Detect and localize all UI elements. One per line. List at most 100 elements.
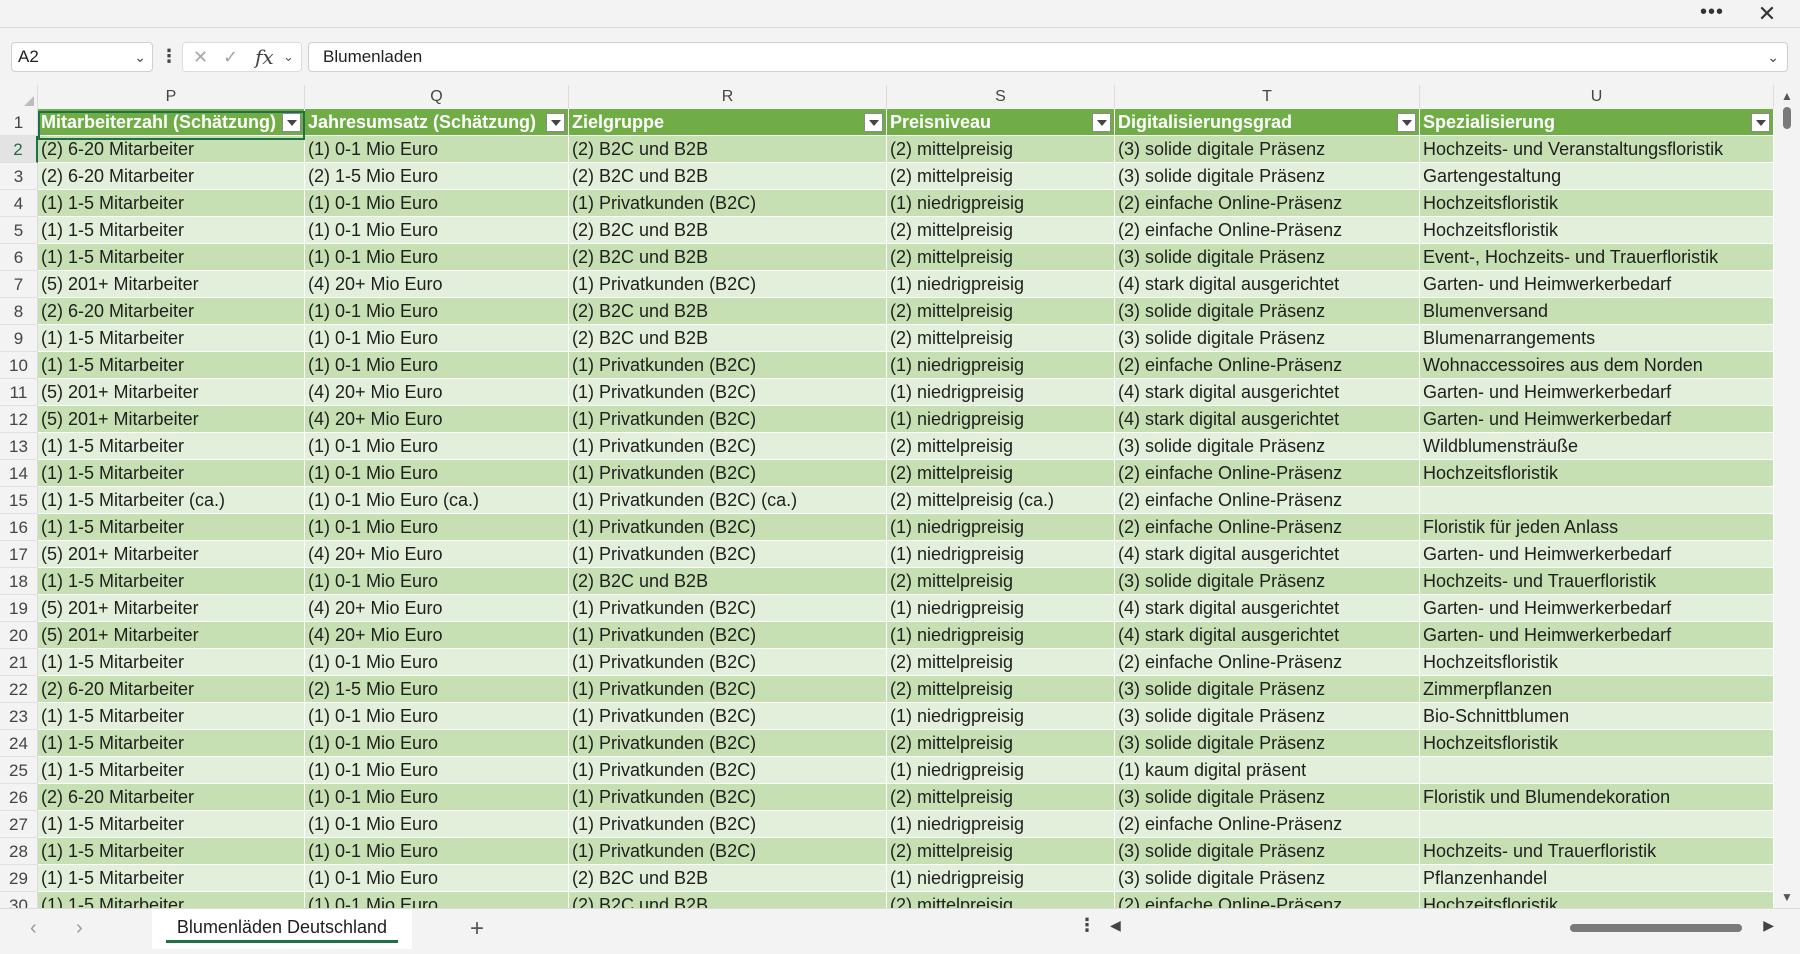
- vertical-dots-icon[interactable]: ⋮: [1078, 915, 1096, 936]
- table-cell[interactable]: (2) einfache Online-Präsenz: [1115, 217, 1420, 244]
- scrollbar-thumb[interactable]: [1570, 924, 1742, 932]
- column-header-r[interactable]: R: [569, 85, 887, 109]
- table-cell[interactable]: (4) stark digital ausgerichtet: [1115, 271, 1420, 298]
- table-cell[interactable]: (1) 0-1 Mio Euro (ca.): [305, 487, 569, 514]
- row-number[interactable]: 4: [0, 190, 38, 217]
- table-cell[interactable]: (1) 1-5 Mitarbeiter: [38, 352, 305, 379]
- table-cell[interactable]: (1) Privatkunden (B2C): [569, 433, 887, 460]
- table-cell[interactable]: (2) einfache Online-Präsenz: [1115, 811, 1420, 838]
- table-cell[interactable]: (2) mittelpreisig: [887, 784, 1115, 811]
- table-cell[interactable]: (1) 0-1 Mio Euro: [305, 298, 569, 325]
- table-cell[interactable]: (1) Privatkunden (B2C): [569, 676, 887, 703]
- table-cell[interactable]: (2) 6-20 Mitarbeiter: [38, 298, 305, 325]
- table-cell[interactable]: Garten- und Heimwerkerbedarf: [1420, 595, 1774, 622]
- table-cell[interactable]: (1) 0-1 Mio Euro: [305, 568, 569, 595]
- table-cell[interactable]: (1) niedrigpreisig: [887, 541, 1115, 568]
- header-cell[interactable]: Zielgruppe: [569, 109, 887, 136]
- close-icon[interactable]: ✕: [1752, 0, 1782, 28]
- scroll-left-icon[interactable]: ◀: [1110, 917, 1121, 934]
- table-cell[interactable]: (1) niedrigpreisig: [887, 865, 1115, 892]
- table-cell[interactable]: (2) einfache Online-Präsenz: [1115, 352, 1420, 379]
- table-cell[interactable]: (2) einfache Online-Präsenz: [1115, 190, 1420, 217]
- header-cell[interactable]: Mitarbeiterzahl (Schätzung): [38, 109, 305, 136]
- table-cell[interactable]: [1420, 487, 1774, 514]
- table-cell[interactable]: (2) mittelpreisig (ca.): [887, 487, 1115, 514]
- table-cell[interactable]: (2) einfache Online-Präsenz: [1115, 514, 1420, 541]
- table-cell[interactable]: (1) 1-5 Mitarbeiter: [38, 811, 305, 838]
- row-number[interactable]: 3: [0, 163, 38, 190]
- table-cell[interactable]: Garten- und Heimwerkerbedarf: [1420, 271, 1774, 298]
- table-cell[interactable]: (2) B2C und B2B: [569, 568, 887, 595]
- table-cell[interactable]: (1) Privatkunden (B2C): [569, 811, 887, 838]
- table-cell[interactable]: (4) 20+ Mio Euro: [305, 541, 569, 568]
- table-cell[interactable]: (2) mittelpreisig: [887, 838, 1115, 865]
- table-cell[interactable]: (3) solide digitale Präsenz: [1115, 784, 1420, 811]
- table-cell[interactable]: (1) 0-1 Mio Euro: [305, 217, 569, 244]
- table-cell[interactable]: (4) 20+ Mio Euro: [305, 271, 569, 298]
- column-header-q[interactable]: Q: [305, 85, 569, 109]
- table-cell[interactable]: (1) Privatkunden (B2C): [569, 541, 887, 568]
- table-cell[interactable]: (3) solide digitale Präsenz: [1115, 298, 1420, 325]
- table-cell[interactable]: (1) 1-5 Mitarbeiter: [38, 460, 305, 487]
- table-cell[interactable]: (1) 1-5 Mitarbeiter: [38, 865, 305, 892]
- column-header-s[interactable]: S: [887, 85, 1115, 109]
- table-cell[interactable]: (1) Privatkunden (B2C): [569, 190, 887, 217]
- column-header-p[interactable]: P: [38, 85, 305, 109]
- table-cell[interactable]: (3) solide digitale Präsenz: [1115, 433, 1420, 460]
- row-number[interactable]: 29: [0, 865, 38, 892]
- table-cell[interactable]: Gartengestaltung: [1420, 163, 1774, 190]
- table-cell[interactable]: Hochzeitsfloristik: [1420, 730, 1774, 757]
- table-cell[interactable]: (1) 0-1 Mio Euro: [305, 244, 569, 271]
- chevron-down-icon[interactable]: ⌄: [134, 43, 146, 71]
- table-cell[interactable]: (3) solide digitale Präsenz: [1115, 163, 1420, 190]
- table-cell[interactable]: Wohnaccessoires aus dem Norden: [1420, 352, 1774, 379]
- table-cell[interactable]: (3) solide digitale Präsenz: [1115, 136, 1420, 163]
- table-cell[interactable]: (2) 1-5 Mio Euro: [305, 163, 569, 190]
- row-number[interactable]: 22: [0, 676, 38, 703]
- table-cell[interactable]: (1) 0-1 Mio Euro: [305, 892, 569, 908]
- table-cell[interactable]: (1) 0-1 Mio Euro: [305, 460, 569, 487]
- header-cell[interactable]: Digitalisierungsgrad: [1115, 109, 1420, 136]
- table-cell[interactable]: (1) 0-1 Mio Euro: [305, 514, 569, 541]
- scroll-right-icon[interactable]: ▶: [1763, 917, 1774, 934]
- table-cell[interactable]: (2) 6-20 Mitarbeiter: [38, 136, 305, 163]
- table-cell[interactable]: (1) Privatkunden (B2C): [569, 838, 887, 865]
- table-cell[interactable]: (5) 201+ Mitarbeiter: [38, 541, 305, 568]
- table-cell[interactable]: (1) 0-1 Mio Euro: [305, 811, 569, 838]
- horizontal-scrollbar[interactable]: ◀ ▶: [1110, 915, 1774, 941]
- table-cell[interactable]: (1) Privatkunden (B2C): [569, 379, 887, 406]
- table-cell[interactable]: Garten- und Heimwerkerbedarf: [1420, 406, 1774, 433]
- filter-dropdown-icon[interactable]: [1092, 113, 1111, 132]
- header-cell[interactable]: Spezialisierung: [1420, 109, 1774, 136]
- table-cell[interactable]: Event-, Hochzeits- und Trauerfloristik: [1420, 244, 1774, 271]
- table-cell[interactable]: (1) Privatkunden (B2C): [569, 352, 887, 379]
- table-cell[interactable]: (2) B2C und B2B: [569, 136, 887, 163]
- table-cell[interactable]: (4) 20+ Mio Euro: [305, 406, 569, 433]
- table-cell[interactable]: Hochzeits- und Trauerfloristik: [1420, 568, 1774, 595]
- table-cell[interactable]: (2) 6-20 Mitarbeiter: [38, 163, 305, 190]
- vertical-dots-icon[interactable]: ⋮: [160, 42, 178, 72]
- formula-input[interactable]: Blumenladen ⌄: [308, 42, 1788, 72]
- table-cell[interactable]: (2) mittelpreisig: [887, 217, 1115, 244]
- table-cell[interactable]: (5) 201+ Mitarbeiter: [38, 379, 305, 406]
- table-cell[interactable]: (2) einfache Online-Präsenz: [1115, 892, 1420, 908]
- worksheet-grid[interactable]: PQRSTU 1 Mitarbeiterzahl (Schätzung) Jahre…: [0, 85, 1774, 908]
- table-cell[interactable]: (1) 1-5 Mitarbeiter: [38, 433, 305, 460]
- scrollbar-thumb[interactable]: [1783, 107, 1791, 129]
- table-cell[interactable]: (1) niedrigpreisig: [887, 406, 1115, 433]
- table-cell[interactable]: [1420, 811, 1774, 838]
- next-sheet-icon[interactable]: ›: [76, 917, 83, 940]
- table-cell[interactable]: (1) kaum digital präsent: [1115, 757, 1420, 784]
- table-cell[interactable]: (2) B2C und B2B: [569, 865, 887, 892]
- table-cell[interactable]: (1) niedrigpreisig: [887, 271, 1115, 298]
- scroll-up-icon[interactable]: ▲: [1781, 89, 1793, 103]
- check-icon[interactable]: ✓: [223, 43, 238, 71]
- table-cell[interactable]: (2) mittelpreisig: [887, 460, 1115, 487]
- table-cell[interactable]: (1) 1-5 Mitarbeiter: [38, 838, 305, 865]
- table-cell[interactable]: (3) solide digitale Präsenz: [1115, 676, 1420, 703]
- table-cell[interactable]: (2) mittelpreisig: [887, 136, 1115, 163]
- table-cell[interactable]: (1) 0-1 Mio Euro: [305, 325, 569, 352]
- table-cell[interactable]: (1) 1-5 Mitarbeiter: [38, 190, 305, 217]
- table-cell[interactable]: (1) 1-5 Mitarbeiter: [38, 325, 305, 352]
- table-cell[interactable]: (1) niedrigpreisig: [887, 622, 1115, 649]
